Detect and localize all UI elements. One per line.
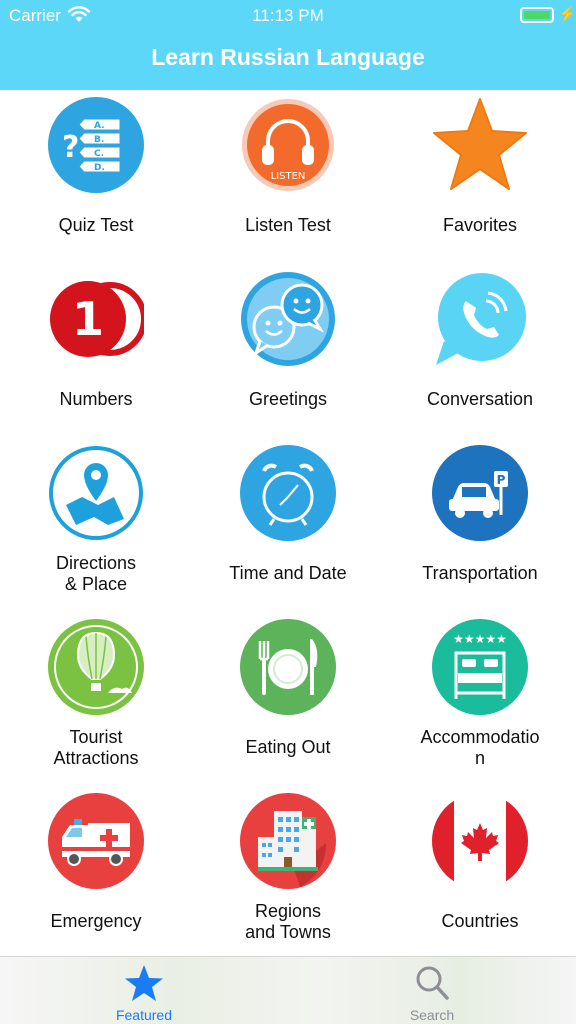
star-icon [125, 965, 163, 1001]
menu-item-time-and-date[interactable]: Time and Date [192, 438, 384, 612]
menu-item-favorites[interactable]: Favorites [384, 90, 576, 264]
car-parking-icon: P [432, 445, 528, 541]
svg-text:1: 1 [72, 292, 104, 346]
menu-item-label: Quiz Test [58, 215, 134, 235]
tab-search[interactable]: Search [288, 957, 576, 1024]
menu-item-label: Favorites [442, 215, 518, 235]
hotel-bed-icon: ★★★★★ [432, 619, 528, 715]
hospital-building-icon [240, 793, 336, 889]
menu-item-label: Conversation [426, 389, 534, 409]
menu-item-accommodation[interactable]: ★★★★★ Accommodatio n [384, 612, 576, 786]
menu-item-label: Listen Test [245, 215, 331, 235]
menu-item-listen-test[interactable]: LISTEN Listen Test [192, 90, 384, 264]
menu-item-regions-and-towns[interactable]: Regions and Towns [192, 786, 384, 960]
charging-icon: ⚡ [558, 6, 576, 23]
page-title: Learn Russian Language [151, 44, 425, 70]
svg-text:C.: C. [94, 149, 104, 159]
map-pin-icon [49, 446, 143, 540]
number-one-icon: 1 [50, 281, 144, 357]
svg-text:P: P [497, 473, 506, 487]
phone-chat-icon [436, 273, 526, 365]
menu-item-label: Accommodatio n [420, 727, 540, 768]
tab-featured[interactable]: Featured [0, 957, 288, 1024]
category-grid: ? A. B. C. D. Quiz Test LISTEN Listen Test [0, 90, 576, 956]
star-icon [433, 98, 527, 190]
tab-label: Search [409, 1007, 455, 1023]
menu-item-eating-out[interactable]: Eating Out [192, 612, 384, 786]
battery-icon [520, 7, 554, 23]
menu-item-quiz-test[interactable]: ? A. B. C. D. Quiz Test [0, 90, 192, 264]
hot-air-balloon-icon [48, 619, 144, 715]
menu-item-label: Directions & Place [55, 553, 137, 594]
menu-item-numbers[interactable]: 1 Numbers [0, 264, 192, 438]
menu-item-label: Transportation [422, 563, 538, 583]
menu-item-conversation[interactable]: Conversation [384, 264, 576, 438]
menu-item-greetings[interactable]: Greetings [192, 264, 384, 438]
menu-item-label: Regions and Towns [245, 901, 331, 942]
menu-item-label: Numbers [59, 389, 133, 409]
status-time: 11:13 PM [252, 6, 324, 25]
status-bar: Carrier 11:13 PM ⚡ [0, 0, 576, 32]
ambulance-icon [48, 793, 144, 889]
plate-cutlery-icon [240, 619, 336, 715]
svg-text:B.: B. [94, 135, 104, 145]
alarm-clock-icon [240, 445, 336, 541]
menu-item-label: Time and Date [229, 563, 347, 583]
menu-item-label: Eating Out [245, 737, 331, 757]
svg-text:★★★★★: ★★★★★ [453, 632, 507, 646]
svg-text:?: ? [62, 130, 79, 165]
menu-item-countries[interactable]: Countries [384, 786, 576, 960]
menu-item-label: Countries [441, 911, 519, 931]
tab-bar: Featured Search [0, 956, 576, 1024]
menu-item-label: Greetings [248, 389, 328, 409]
menu-item-directions-place[interactable]: Directions & Place [0, 438, 192, 612]
svg-text:LISTEN: LISTEN [271, 171, 306, 182]
smiley-chat-icon [241, 272, 335, 366]
svg-text:D.: D. [94, 163, 105, 173]
tab-label: Featured [115, 1007, 173, 1023]
quiz-icon: ? A. B. C. D. [48, 97, 144, 193]
canada-flag-icon [432, 793, 528, 889]
menu-item-transportation[interactable]: P Transportation [384, 438, 576, 612]
header-bar: Carrier 11:13 PM ⚡ Learn Russian Languag… [0, 0, 576, 90]
menu-item-label: Tourist Attractions [53, 727, 139, 768]
search-icon [416, 966, 449, 1000]
menu-item-tourist-attractions[interactable]: Tourist Attractions [0, 612, 192, 786]
menu-item-label: Emergency [50, 911, 142, 931]
headphones-icon: LISTEN [242, 99, 334, 191]
svg-text:A.: A. [94, 121, 105, 131]
menu-item-emergency[interactable]: Emergency [0, 786, 192, 960]
